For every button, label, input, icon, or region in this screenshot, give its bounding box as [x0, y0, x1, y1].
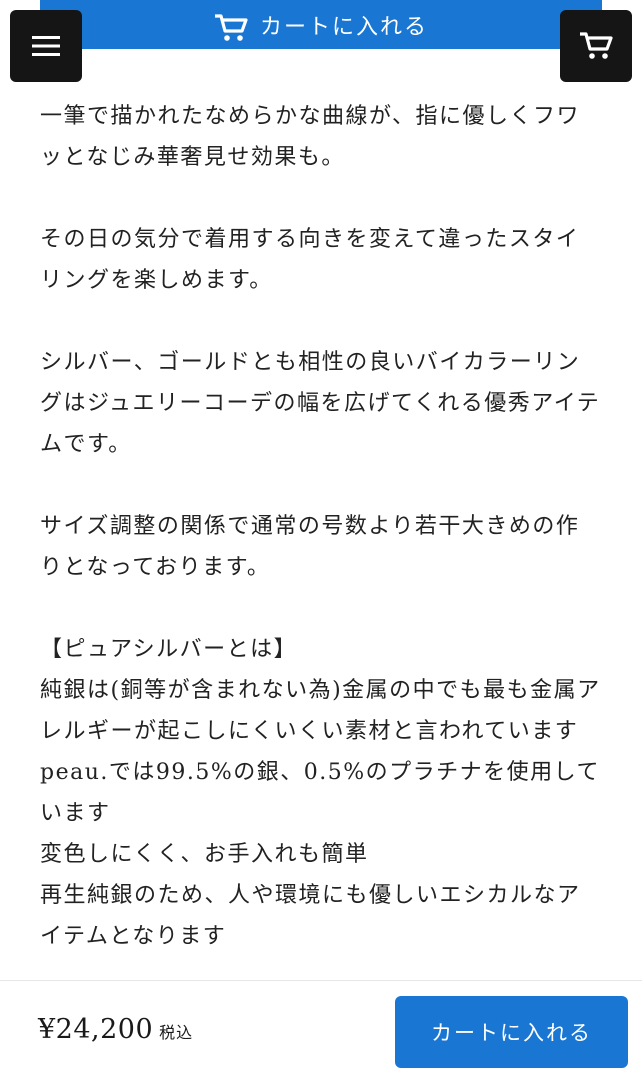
price-value: ¥24,200	[38, 1014, 154, 1045]
add-to-cart-label: カートに入れる	[431, 1021, 592, 1045]
shopping-cart-icon	[580, 32, 613, 59]
pure-silver-line: 再生純銀のため、人や環境にも優しいエシカルなアイテムとなります	[40, 883, 581, 949]
purchase-bar: ¥24,200 税込 カートに入れる	[0, 980, 642, 1080]
pure-silver-heading: 【ピュアシルバーとは】	[40, 637, 298, 662]
tax-label: 税込	[159, 1023, 194, 1042]
price-display: ¥24,200 税込	[38, 1014, 193, 1045]
description-paragraph: サイズ調整の関係で通常の号数より若干大きめの作りとなっております。	[40, 514, 580, 580]
pure-silver-line: 純銀は(銅等が含まれない為)金属の中でも最も金属アレルギーが起こしにくいくい素材…	[40, 678, 601, 744]
cart-icon	[214, 14, 248, 41]
hamburger-menu-icon	[32, 36, 60, 56]
description-paragraph: 一筆で描かれたなめらかな曲線が、指に優しくフワッとなじみ華奢見せ効果も。	[40, 104, 581, 170]
pure-silver-line: peau.では99.5%の銀、0.5%のプラチナを使用しています	[40, 760, 601, 826]
menu-button[interactable]	[10, 10, 82, 82]
description-paragraph: その日の気分で着用する向きを変えて違ったスタイリングを楽しめます。	[40, 227, 580, 293]
top-add-to-cart-button[interactable]: カートに入れる	[40, 0, 602, 49]
pure-silver-info: 【ピュアシルバーとは】 純銀は(銅等が含まれない為)金属の中でも最も金属アレルギ…	[40, 629, 602, 957]
add-to-cart-button[interactable]: カートに入れる	[395, 996, 628, 1068]
product-description: 一筆で描かれたなめらかな曲線が、指に優しくフワッとなじみ華奢見せ効果も。 その日…	[40, 96, 602, 957]
top-add-to-cart-label: カートに入れる	[259, 15, 428, 40]
description-paragraph: シルバー、ゴールドとも相性の良いバイカラーリングはジュエリーコーデの幅を広げてく…	[40, 350, 601, 457]
pure-silver-line: 変色しにくく、お手入れも簡単	[40, 842, 369, 867]
cart-button[interactable]	[560, 10, 632, 82]
